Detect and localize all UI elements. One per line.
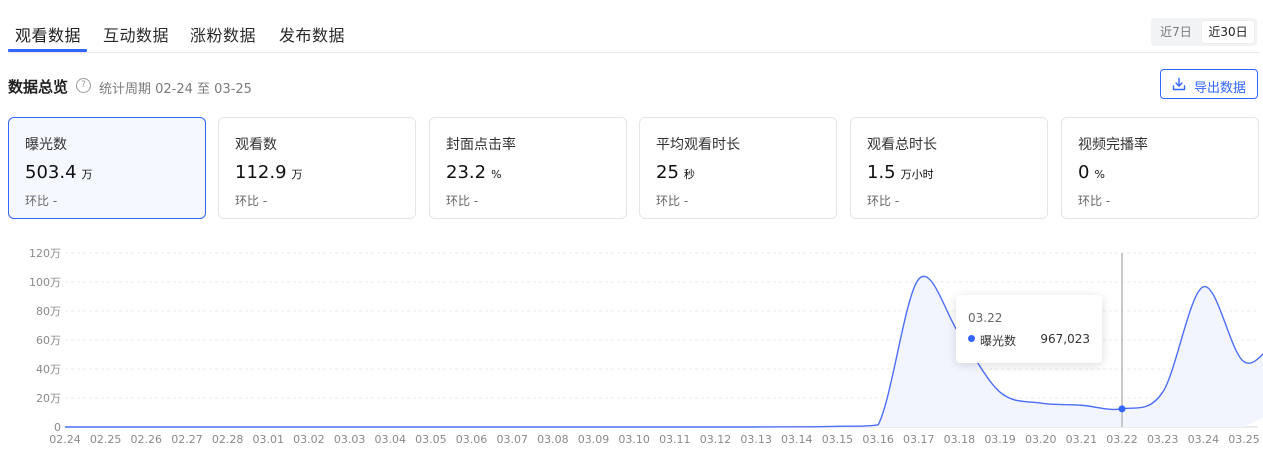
metric-card-cover-ctr[interactable]: 封面点击率 23.2% 环比 -	[429, 117, 627, 219]
question-circle-icon[interactable]: ?	[76, 78, 91, 93]
y-tick-label: 80万	[36, 305, 61, 318]
dashboard: 观看数据 互动数据 涨粉数据 发布数据 近7日 近30日 数据总览 ? 统计周期…	[0, 0, 1263, 456]
series-dot-icon	[968, 335, 975, 342]
metric-label: 封面点击率	[446, 137, 516, 153]
x-tick-label: 03.12	[700, 433, 732, 446]
x-tick-label: 02.26	[131, 433, 163, 446]
x-tick-label: 03.16	[862, 433, 894, 446]
active-tab-indicator	[8, 49, 87, 52]
metric-ring-ratio: 环比 -	[235, 194, 268, 208]
x-tick-label: 03.05	[415, 433, 447, 446]
metric-card-views[interactable]: 观看数 112.9 万 环比 -	[218, 117, 416, 219]
metric-ring-ratio: 环比 -	[656, 194, 689, 208]
x-tick-label: 03.01	[253, 433, 285, 446]
metric-value: 503.4 万	[25, 162, 93, 183]
metric-number: 0	[1078, 162, 1090, 183]
x-tick-label: 03.17	[903, 433, 935, 446]
x-tick-label: 03.13	[740, 433, 772, 446]
x-tick-label: 02.25	[90, 433, 122, 446]
tab-publish-data[interactable]: 发布数据	[279, 22, 345, 46]
metric-number: 112.9	[235, 162, 287, 183]
x-tick-label: 03.08	[537, 433, 569, 446]
x-tick-label: 03.18	[944, 433, 976, 446]
highlight-point	[1118, 405, 1126, 413]
x-tick-label: 03.04	[374, 433, 406, 446]
tab-bar: 观看数据 互动数据 涨粉数据 发布数据	[8, 0, 1260, 53]
range-7-days-button[interactable]: 近7日	[1154, 21, 1198, 43]
x-tick-label: 03.19	[984, 433, 1016, 446]
metric-ring-ratio: 环比 -	[867, 194, 900, 208]
x-tick-label: 03.14	[781, 433, 813, 446]
range-30-days-button[interactable]: 近30日	[1202, 21, 1254, 43]
x-tick-label: 03.23	[1147, 433, 1179, 446]
metric-number: 25	[656, 162, 679, 183]
metric-label: 曝光数	[25, 137, 67, 153]
metric-unit: 秒	[683, 168, 695, 181]
x-tick-label: 02.27	[171, 433, 203, 446]
x-tick-label: 03.09	[578, 433, 610, 446]
metric-unit: 万	[291, 168, 303, 181]
x-tick-label: 03.25	[1228, 433, 1260, 446]
x-tick-label: 03.15	[822, 433, 854, 446]
tab-interaction-data[interactable]: 互动数据	[103, 22, 169, 46]
x-tick-label: 03.22	[1106, 433, 1138, 446]
metric-ring-ratio: 环比 -	[1078, 194, 1111, 208]
date-range-toggle: 近7日 近30日	[1151, 18, 1257, 46]
metric-value: 112.9 万	[235, 162, 303, 183]
x-tick-label: 02.24	[49, 433, 81, 446]
metric-value: 23.2%	[446, 162, 502, 183]
x-tick-label: 03.07	[496, 433, 528, 446]
metric-label: 平均观看时长	[656, 137, 740, 153]
x-tick-label: 03.11	[659, 433, 691, 446]
export-data-button[interactable]: 导出数据	[1160, 69, 1258, 99]
metric-card-avg-watch-time[interactable]: 平均观看时长 25 秒 环比 -	[639, 117, 837, 219]
x-tick-label: 03.24	[1188, 433, 1220, 446]
metric-unit: %	[491, 168, 502, 181]
x-tick-label: 02.28	[212, 433, 244, 446]
metric-unit: 万	[81, 168, 93, 181]
download-icon	[1172, 77, 1186, 91]
metric-value: 1.5 万小时	[867, 162, 934, 183]
metric-unit: %	[1094, 168, 1105, 181]
metric-label: 观看总时长	[867, 137, 937, 153]
metric-card-impressions[interactable]: 曝光数 503.4 万 环比 -	[8, 117, 206, 219]
y-tick-label: 40万	[36, 363, 61, 376]
metric-number: 1.5	[867, 162, 896, 183]
metric-card-completion-rate[interactable]: 视频完播率 0% 环比 -	[1061, 117, 1259, 219]
x-tick-label: 03.06	[456, 433, 488, 446]
metric-value: 0%	[1078, 162, 1105, 183]
metric-label: 观看数	[235, 137, 277, 153]
metric-label: 视频完播率	[1078, 137, 1148, 153]
x-tick-label: 03.10	[618, 433, 650, 446]
tab-watch-data[interactable]: 观看数据	[15, 22, 81, 46]
metric-value: 25 秒	[656, 162, 695, 183]
y-tick-label: 20万	[36, 392, 61, 405]
tooltip-value: 967,023	[1040, 332, 1090, 346]
metric-card-total-watch-time[interactable]: 观看总时长 1.5 万小时 环比 -	[850, 117, 1048, 219]
tab-follower-data[interactable]: 涨粉数据	[190, 22, 256, 46]
tooltip-date: 03.22	[968, 311, 1003, 325]
y-tick-label: 60万	[36, 334, 61, 347]
metric-ring-ratio: 环比 -	[25, 194, 58, 208]
metric-number: 503.4	[25, 162, 77, 183]
tooltip-series-name: 曝光数	[980, 334, 1017, 348]
chart-tooltip: 03.22 曝光数 967,023	[956, 295, 1102, 363]
metric-number: 23.2	[446, 162, 487, 183]
stat-period: 统计周期 02-24 至 03-25	[99, 82, 252, 97]
x-tick-label: 03.21	[1066, 433, 1098, 446]
x-tick-label: 03.03	[334, 433, 366, 446]
metric-unit: 万小时	[900, 168, 934, 181]
metric-ring-ratio: 环比 -	[446, 194, 479, 208]
y-tick-label: 100万	[29, 276, 61, 289]
x-tick-label: 03.20	[1025, 433, 1057, 446]
overview-title: 数据总览	[8, 78, 69, 96]
x-tick-label: 03.02	[293, 433, 325, 446]
export-data-label: 导出数据	[1194, 81, 1247, 96]
y-tick-label: 120万	[29, 247, 61, 260]
